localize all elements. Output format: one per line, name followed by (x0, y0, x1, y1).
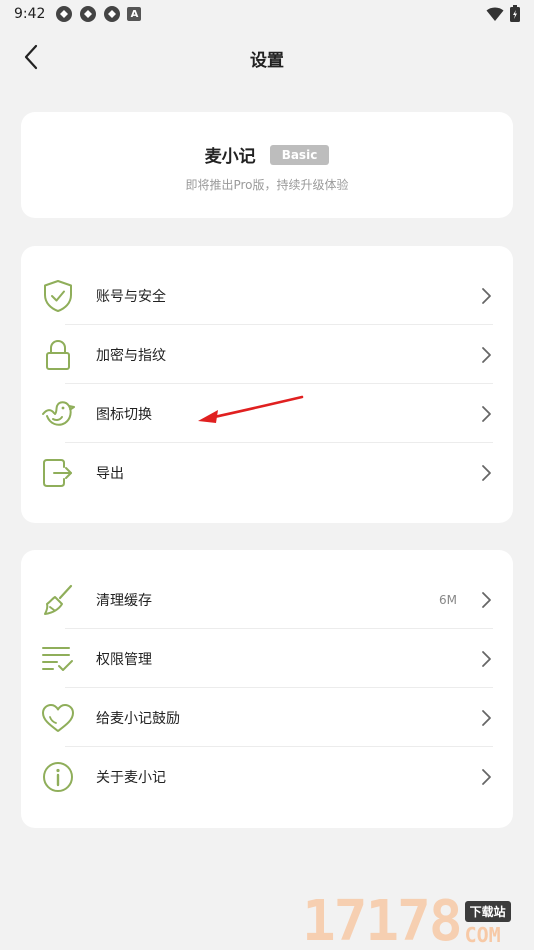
chevron-right-icon (482, 347, 491, 363)
watermark-badge: 下载站 (464, 901, 511, 922)
menu-item-export[interactable]: 导出 (21, 443, 513, 502)
chevron-right-icon (482, 769, 491, 785)
menu-label: 清理缓存 (96, 592, 152, 609)
chevron-right-icon (482, 651, 491, 667)
menu-item-clear-cache[interactable]: 清理缓存 6M (21, 570, 513, 629)
menu-label: 权限管理 (96, 651, 152, 668)
notification-app-icon (104, 6, 121, 22)
notification-letter-icon: A (127, 7, 142, 21)
watermark-digits: 17178 (302, 889, 463, 950)
app-subtitle: 即将推出Pro版，持续升级体验 (185, 178, 349, 192)
app-name-row: 麦小记 Basic (21, 142, 513, 167)
status-notification-icons: A (55, 5, 142, 23)
nav-bar: 设置 (0, 28, 534, 86)
menu-item-permissions[interactable]: 权限管理 (21, 629, 513, 688)
shield-check-icon (41, 279, 75, 313)
wifi-icon (486, 7, 504, 21)
settings-section-general: 清理缓存 6M 权限管理 给麦小记鼓励 关于麦小记 (21, 550, 513, 828)
app-info-card: 麦小记 Basic 即将推出Pro版，持续升级体验 (21, 112, 513, 218)
bird-icon (41, 397, 75, 431)
notification-app-icon (56, 6, 73, 22)
battery-icon (510, 5, 520, 22)
app-name: 麦小记 (204, 147, 256, 167)
list-check-icon (41, 642, 75, 676)
annotation-arrow-icon (198, 395, 304, 423)
menu-label: 给麦小记鼓励 (96, 710, 180, 727)
cache-size-value: 6M (439, 592, 457, 607)
status-system-icons (486, 5, 520, 22)
watermark-suffix: COM (464, 923, 501, 947)
export-icon (41, 456, 75, 490)
chevron-right-icon (482, 406, 491, 422)
menu-label: 关于麦小记 (96, 769, 166, 786)
status-time: 9:42 (14, 6, 46, 22)
menu-item-about[interactable]: 关于麦小记 (21, 747, 513, 806)
watermark-logo: 17178 下载站 COM (302, 890, 530, 950)
broom-icon (41, 583, 75, 617)
settings-section-account: 账号与安全 加密与指纹 图标切换 导出 (21, 246, 513, 523)
plan-badge: Basic (269, 144, 330, 165)
status-bar: 9:42 A (0, 0, 534, 28)
menu-item-account-security[interactable]: 账号与安全 (21, 266, 513, 325)
menu-label: 账号与安全 (96, 288, 166, 305)
heart-icon (41, 701, 75, 735)
info-icon (41, 760, 75, 794)
lock-icon (41, 338, 75, 372)
chevron-right-icon (482, 710, 491, 726)
chevron-right-icon (482, 592, 491, 608)
menu-item-encryption-fingerprint[interactable]: 加密与指纹 (21, 325, 513, 384)
page-title: 设置 (250, 51, 284, 71)
watermark-side: 下载站 COM (464, 901, 511, 947)
chevron-right-icon (482, 465, 491, 481)
menu-label: 图标切换 (96, 406, 152, 423)
menu-label: 加密与指纹 (96, 347, 166, 364)
chevron-right-icon (482, 288, 491, 304)
menu-item-encourage[interactable]: 给麦小记鼓励 (21, 688, 513, 747)
menu-label: 导出 (96, 465, 124, 482)
notification-app-icon (80, 6, 97, 22)
